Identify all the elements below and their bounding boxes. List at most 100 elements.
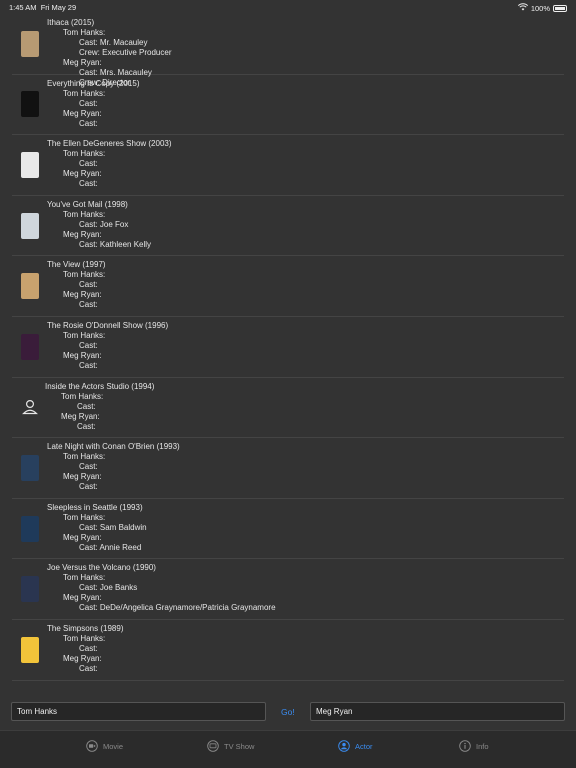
wifi-icon	[517, 3, 528, 13]
poster-thumbnail	[21, 212, 39, 239]
movie-info: Late Night with Conan O'Brien (1993) Tom …	[47, 442, 180, 492]
movie-title: Late Night with Conan O'Brien (1993)	[47, 442, 180, 452]
actor-role: Cast: Joe Banks	[79, 583, 138, 593]
person-icon	[338, 740, 350, 752]
movie-row[interactable]: The Simpsons (1989) Tom Hanks: Cast: Meg Ry…	[12, 620, 564, 681]
movie-title: Inside the Actors Studio (1994)	[45, 381, 155, 391]
movie-row[interactable]: Inside the Actors Studio (1994) Tom Hanks…	[12, 378, 564, 439]
actor-role: Cast:	[79, 360, 98, 370]
tv-icon	[207, 740, 219, 752]
actor-name: Tom Hanks:	[61, 391, 104, 401]
actor-role: Cast:	[79, 340, 98, 350]
actor-name: Meg Ryan:	[63, 58, 102, 67]
movie-info: The View (1997) Tom Hanks: Cast: Meg Ryan: C…	[47, 260, 106, 310]
actor-role: Cast: DeDe/Angelica Graynamore/Patricia …	[79, 603, 276, 613]
actor-name: Tom Hanks:	[63, 512, 106, 522]
actor-name: Meg Ryan:	[63, 532, 102, 542]
search-bar: Tom Hanks Go! Meg Ryan	[0, 702, 576, 730]
actor-name: Tom Hanks:	[63, 149, 106, 159]
actor-role: Cast:	[77, 421, 96, 431]
poster-thumbnail	[21, 333, 39, 360]
movie-info: The Simpsons (1989) Tom Hanks: Cast: Meg Ry…	[47, 624, 123, 674]
poster-thumbnail	[21, 30, 39, 57]
movie-row[interactable]: The Rosie O'Donnell Show (1996) Tom Hanks…	[12, 317, 564, 378]
actor-name: Tom Hanks:	[63, 88, 106, 98]
movie-row[interactable]: Joe Versus the Volcano (1990) Tom Hanks: C…	[12, 559, 564, 620]
status-right: 100%	[517, 3, 567, 13]
status-time: 1:45 AM Fri May 29	[9, 3, 77, 12]
actor-role: Cast:	[79, 643, 98, 653]
movie-row[interactable]: The View (1997) Tom Hanks: Cast: Meg Ryan: C…	[12, 256, 564, 317]
poster-thumbnail	[21, 636, 39, 663]
actor-name: Tom Hanks:	[63, 573, 106, 583]
info-icon	[459, 740, 471, 752]
battery-icon	[553, 4, 567, 12]
actor-name: Meg Ryan:	[63, 593, 102, 603]
movie-row[interactable]: Late Night with Conan O'Brien (1993) Tom …	[12, 438, 564, 499]
battery-percent: 100%	[530, 3, 550, 13]
tab-bar: Movie TV Show Actor Info	[0, 730, 576, 768]
actor-name: Tom Hanks:	[63, 452, 106, 462]
actor-role: Cast:	[79, 663, 98, 673]
actor-name: Tom Hanks:	[63, 633, 106, 643]
person-placeholder-icon	[21, 398, 39, 416]
actor-role: Cast:	[77, 401, 96, 411]
movie-title: The Rosie O'Donnell Show (1996)	[47, 320, 169, 330]
movie-row[interactable]: Ithaca (2015) Tom Hanks: Cast: Mr. Macaule…	[12, 14, 564, 87]
movie-list[interactable]: Ithaca (2015) Tom Hanks: Cast: Mr. Macaule…	[0, 14, 576, 702]
actor-name: Meg Ryan:	[61, 411, 100, 421]
tab-movie[interactable]: Movie	[86, 740, 123, 752]
movie-info: Joe Versus the Volcano (1990) Tom Hanks: C…	[47, 563, 276, 613]
film-icon	[86, 740, 98, 752]
poster-thumbnail	[21, 273, 39, 300]
movie-row[interactable]: Sleepless in Seattle (1993) Tom Hanks: Cas…	[12, 499, 564, 560]
actor-role: Cast:	[79, 159, 98, 169]
actor-name: Tom Hanks:	[63, 330, 106, 340]
tab-info[interactable]: Info	[459, 740, 489, 752]
actor-role: Cast: Annie Reed	[79, 542, 142, 552]
actor-name: Meg Ryan:	[63, 290, 102, 300]
movie-info: The Rosie O'Donnell Show (1996) Tom Hanks…	[47, 321, 168, 371]
actor-role: Cast: Kathleen Kelly	[79, 239, 152, 249]
actor-role: Cast: Sam Baldwin	[79, 522, 147, 532]
actor-name: Meg Ryan:	[63, 653, 102, 663]
actor-role: Cast:	[79, 179, 98, 189]
actor-name: Meg Ryan:	[63, 472, 102, 482]
actor-name: Meg Ryan:	[63, 229, 102, 239]
movie-row[interactable]: The Ellen DeGeneres Show (2003) Tom Hanks…	[12, 135, 564, 196]
tab-actor[interactable]: Actor	[338, 740, 373, 752]
movie-info: The Ellen DeGeneres Show (2003) Tom Hanks…	[47, 139, 172, 189]
movie-title: The Simpsons (1989)	[47, 623, 124, 633]
poster-thumbnail	[21, 576, 39, 603]
movie-title: The View (1997)	[47, 260, 106, 270]
tab-tv-show[interactable]: TV Show	[207, 740, 254, 752]
movie-title: The Ellen DeGeneres Show (2003)	[47, 139, 172, 149]
movie-title: Joe Versus the Volcano (1990)	[47, 563, 156, 573]
go-button[interactable]: Go!	[281, 707, 295, 717]
actor-name: Tom Hanks:	[63, 270, 106, 280]
actor-role: Cast:	[79, 280, 98, 290]
actor2-input[interactable]: Meg Ryan	[310, 702, 565, 721]
actor-role: Cast:	[79, 482, 98, 492]
movie-title: You've Got Mail (1998)	[47, 199, 128, 209]
actor-role: Cast:	[79, 98, 98, 108]
movie-info: Sleepless in Seattle (1993) Tom Hanks: Cas…	[47, 503, 147, 553]
movie-info: Inside the Actors Studio (1994) Tom Hanks…	[45, 382, 154, 432]
movie-title: Everything Is Copy (2015)	[47, 78, 140, 88]
actor-role: Cast:	[79, 118, 98, 128]
actor-name: Meg Ryan:	[63, 350, 102, 360]
movie-row[interactable]: You've Got Mail (1998) Tom Hanks: Cast: Jo…	[12, 196, 564, 257]
poster-thumbnail	[21, 91, 39, 118]
movie-row[interactable]: Everything Is Copy (2015) Tom Hanks: Cast:…	[12, 75, 564, 136]
actor-name: Tom Hanks:	[63, 28, 106, 37]
actor-role: Cast:	[79, 462, 98, 472]
actor-name: Meg Ryan:	[63, 169, 102, 179]
actor1-input[interactable]: Tom Hanks	[11, 702, 266, 721]
movie-title: Sleepless in Seattle (1993)	[47, 502, 143, 512]
poster-thumbnail	[21, 454, 39, 481]
actor-name: Meg Ryan:	[63, 108, 102, 118]
actor-name: Tom Hanks:	[63, 209, 106, 219]
poster-thumbnail	[21, 151, 39, 178]
actor-role: Cast:	[79, 300, 98, 310]
status-bar: 1:45 AM Fri May 29 100%	[0, 0, 576, 14]
